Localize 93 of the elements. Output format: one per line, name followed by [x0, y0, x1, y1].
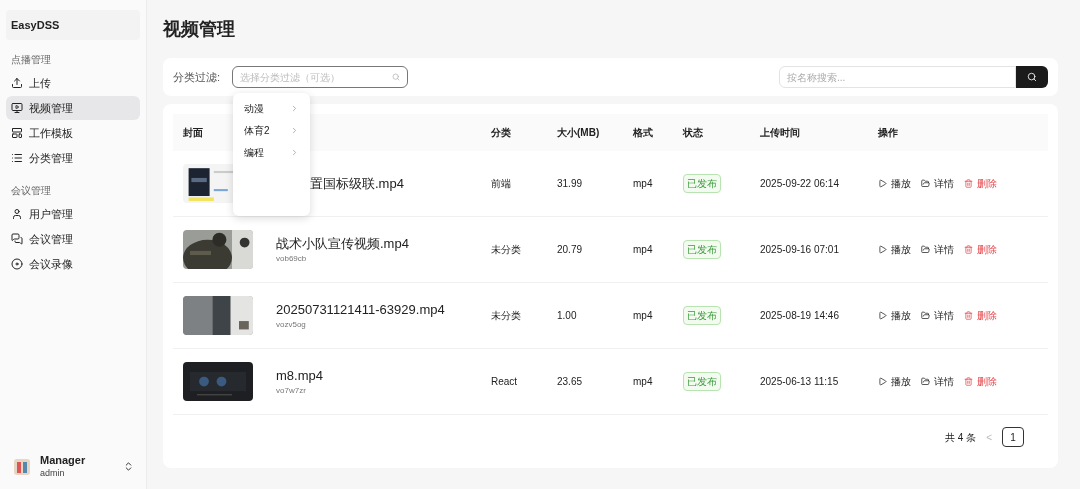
- delete-button[interactable]: 删除: [964, 374, 997, 389]
- folder-icon: [921, 377, 930, 386]
- status-badge: 已发布: [683, 240, 721, 259]
- details-button[interactable]: 详情: [921, 374, 954, 389]
- table-cell-text: 31.99: [557, 177, 584, 191]
- status-badge: 已发布: [683, 174, 721, 193]
- play-button[interactable]: 播放: [878, 308, 911, 323]
- trash-icon: [964, 311, 973, 320]
- section-label: 点播管理: [10, 53, 52, 67]
- video-name: 战术小队宣传视频.mp4: [276, 234, 409, 253]
- video-name: 置国标级联.mp4: [310, 174, 404, 193]
- play-button[interactable]: 播放: [878, 176, 911, 191]
- details-button[interactable]: 详情: [921, 242, 954, 257]
- chevron-icon: [290, 147, 299, 157]
- details-button[interactable]: 详情: [921, 176, 954, 191]
- column-header: 操作: [878, 126, 898, 140]
- column-header: 格式: [633, 126, 653, 140]
- record-icon: [11, 258, 23, 270]
- table-cell-text: mp4: [633, 177, 654, 191]
- page-title: 视频管理: [163, 18, 236, 41]
- play-icon: [878, 377, 887, 386]
- sidebar-item[interactable]: 分类管理: [6, 146, 140, 170]
- sidebar-item[interactable]: 用户管理: [6, 202, 140, 226]
- trash-icon: [964, 377, 973, 386]
- table-cell-text: mp4: [633, 309, 654, 323]
- status-badge: 已发布: [683, 306, 721, 325]
- user-role: admin: [40, 467, 66, 479]
- search-field[interactable]: 按名称搜索...: [779, 66, 1016, 88]
- chevron-icon: [290, 125, 299, 135]
- search-button[interactable]: [1016, 66, 1048, 88]
- sidebar-item[interactable]: 会议录像: [6, 252, 140, 276]
- dropdown-option[interactable]: 编程: [233, 141, 310, 163]
- play-button[interactable]: 播放: [878, 374, 911, 389]
- sidebar-item[interactable]: 工作模板: [6, 121, 140, 145]
- play-icon: [878, 311, 887, 320]
- layout-icon: [11, 127, 23, 139]
- table-cell-text: 1.00: [557, 309, 578, 323]
- table-cell-text: 2025-06-13 11:15: [760, 375, 840, 389]
- trash-icon: [964, 245, 973, 254]
- avatar: [12, 456, 32, 477]
- dropdown-option[interactable]: 动漫: [233, 97, 310, 119]
- upload-icon: [11, 77, 23, 89]
- user-icon: [11, 208, 23, 220]
- video-name: m8.mp4: [276, 366, 323, 385]
- folder-icon: [921, 311, 930, 320]
- video-id: vo7w7zr: [276, 385, 306, 398]
- delete-button[interactable]: 删除: [964, 308, 997, 323]
- filter-label: 分类过滤:: [173, 69, 222, 85]
- expand-icon[interactable]: [123, 461, 134, 472]
- dropdown-option[interactable]: 体育2: [233, 119, 310, 141]
- page-button[interactable]: 1: [1002, 427, 1024, 447]
- table-cell-text: 23.65: [557, 375, 584, 389]
- table-cell-text: React: [491, 375, 519, 389]
- play-icon: [878, 179, 887, 188]
- status-badge: 已发布: [683, 372, 721, 391]
- table-cell-text: mp4: [633, 243, 654, 257]
- search-icon: [392, 73, 400, 81]
- sidebar-item[interactable]: 视频管理: [6, 96, 140, 120]
- column-header: 上传时间: [760, 126, 800, 140]
- video-id: vob69cb: [276, 253, 307, 266]
- table-cell-text: 前端: [491, 177, 512, 191]
- section-label: 会议管理: [10, 184, 52, 198]
- play-icon: [878, 245, 887, 254]
- table-cell-text: 2025-09-22 06:14: [760, 177, 840, 191]
- details-button[interactable]: 详情: [921, 308, 954, 323]
- table-cell-text: 2025-09-16 07:01: [760, 243, 840, 257]
- chat-icon: [11, 233, 23, 245]
- column-header: 封面: [183, 126, 203, 140]
- table-cell-text: 未分类: [491, 309, 522, 323]
- trash-icon: [964, 179, 973, 188]
- list-icon: [11, 152, 23, 164]
- video-name: 20250731121411-63929.mp4: [276, 300, 445, 319]
- chevron-icon: [290, 103, 299, 113]
- delete-button[interactable]: 删除: [964, 176, 997, 191]
- sidebar-item[interactable]: 上传: [6, 71, 140, 95]
- user-name: Manager: [40, 454, 86, 468]
- sidebar-item[interactable]: 会议管理: [6, 227, 140, 251]
- folder-icon: [921, 245, 930, 254]
- brand-title: EasyDSS: [6, 10, 140, 40]
- video-id: vozv5og: [276, 319, 306, 332]
- play-button[interactable]: 播放: [878, 242, 911, 257]
- folder-icon: [921, 179, 930, 188]
- table-cell-text: 未分类: [491, 243, 522, 257]
- search-icon: [1027, 72, 1037, 82]
- table-cell-text: 2025-08-19 14:46: [760, 309, 840, 323]
- column-header: 大小(MB): [557, 126, 600, 140]
- column-header: 分类: [491, 126, 511, 140]
- column-header: 状态: [683, 126, 703, 140]
- table-cell-text: mp4: [633, 375, 654, 389]
- table-cell-text: 20.79: [557, 243, 584, 257]
- play-screen-icon: [11, 102, 23, 114]
- total-count: 共 4 条: [945, 430, 977, 445]
- delete-button[interactable]: 删除: [964, 242, 997, 257]
